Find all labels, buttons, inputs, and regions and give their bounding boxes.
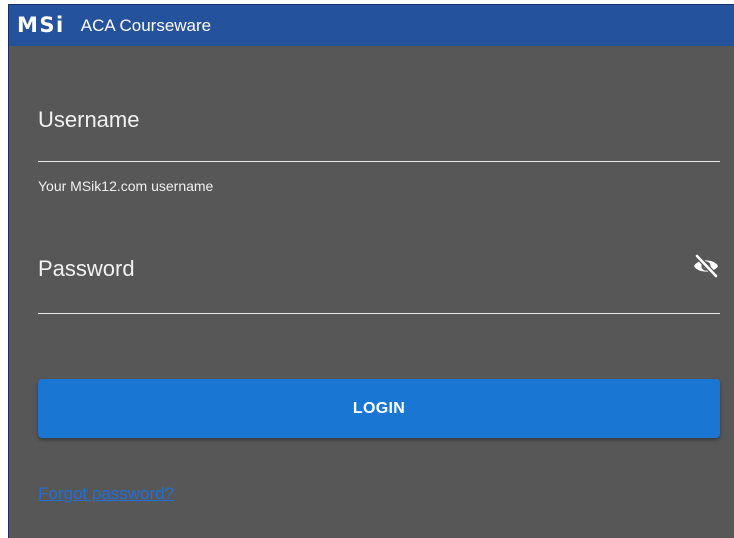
eye-off-icon[interactable] [692,252,720,280]
login-button[interactable]: LOGIN [38,379,720,438]
login-window: MSi ACA Courseware Username Your MSik12.… [8,4,734,538]
password-field[interactable]: Password [38,5,720,317]
password-underline [38,313,720,314]
password-label: Password [38,256,135,281]
forgot-password-link[interactable]: Forgot password? [38,485,174,502]
